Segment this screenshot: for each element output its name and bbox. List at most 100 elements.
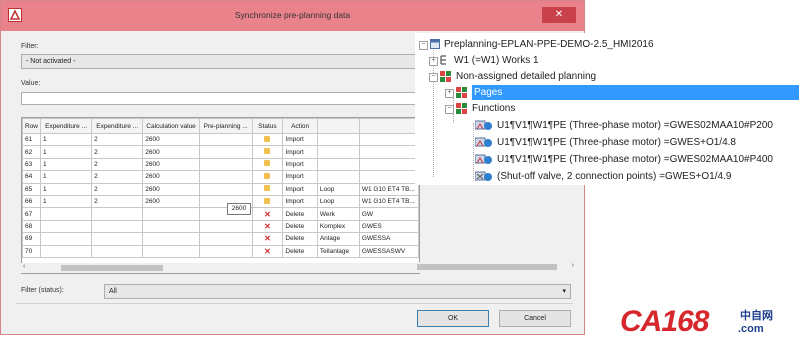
delete-icon: ✕ xyxy=(264,246,271,256)
cell-action: Delete xyxy=(282,219,318,234)
col-header[interactable]: Pre-planning ... xyxy=(198,118,253,134)
filter-select-value: - Not activated - xyxy=(26,58,76,65)
cell-calc: 2600 xyxy=(142,145,200,159)
collapse-icon[interactable]: − xyxy=(445,105,454,114)
cell-e1 xyxy=(40,232,93,246)
table-row[interactable]: 61 1 2 2600 Import xyxy=(22,132,419,147)
tree-node-functions[interactable]: − Functions xyxy=(445,101,515,116)
horizontal-scrollbar-right[interactable]: › xyxy=(417,262,577,272)
cell-e1 xyxy=(40,219,93,234)
table-row[interactable]: 65 1 2 2600 Import Loop W1 G10 ET4 TB... xyxy=(22,182,419,196)
status-cell xyxy=(251,182,284,196)
cell-c9 xyxy=(358,157,419,172)
cancel-button[interactable]: Cancel xyxy=(499,310,571,327)
tree-node-function-item[interactable]: (Shut-off valve, 2 connection points) =G… xyxy=(475,169,731,184)
cell-pre xyxy=(198,145,253,159)
ca168-logo: CA168 中自网 .com xyxy=(620,305,773,339)
tree-node-label: (Shut-off valve, 2 connection points) =G… xyxy=(497,171,732,182)
cell-calc xyxy=(142,219,200,234)
cell-action: Delete xyxy=(282,244,318,258)
scroll-thumb[interactable] xyxy=(61,265,163,271)
tree-node-label: Functions xyxy=(472,103,516,114)
table-row[interactable]: 68 ✕ Delete Komplex GWES xyxy=(22,219,419,234)
valve-icon xyxy=(475,171,492,181)
tree-node-pages[interactable]: + Pages xyxy=(445,85,799,100)
cell-e2 xyxy=(91,244,144,258)
table-row[interactable]: 62 1 2 2600 Import xyxy=(22,145,419,159)
table-row[interactable]: 70 ✕ Delete Teilanlage GWESSASWV xyxy=(22,244,419,258)
cell-calc xyxy=(142,232,200,246)
cell-pre xyxy=(198,244,253,258)
cell-c8: Teilanlage xyxy=(316,244,360,258)
cell-e2 xyxy=(91,232,144,246)
cell-row: 70 xyxy=(22,244,42,258)
close-button[interactable]: ✕ xyxy=(542,7,576,23)
scroll-left-icon[interactable]: ‹ xyxy=(23,263,25,270)
tree-node-function-item[interactable]: U1¶V1¶W1¶PE (Three-phase motor) =GWES02M… xyxy=(475,152,773,167)
status-cell: ✕ xyxy=(251,244,284,258)
col-header[interactable]: Action xyxy=(282,118,318,134)
cell-calc: 2600 xyxy=(142,182,200,196)
table-row[interactable]: 67 ✕ Delete Werk GW xyxy=(22,207,419,221)
status-cell xyxy=(251,132,284,147)
grid-body: 61 1 2 2600 Import 62 1 2 2600 Import 63 1 2 2600 Impo… xyxy=(22,132,419,258)
col-header[interactable] xyxy=(358,118,419,134)
tree-node-root[interactable]: − Preplanning-EPLAN-PPE-DEMO-2.5_HMI2016 xyxy=(419,37,654,52)
table-row[interactable]: 64 1 2 2600 Import xyxy=(22,170,419,184)
warning-icon xyxy=(264,160,271,167)
preplanning-tree: − Preplanning-EPLAN-PPE-DEMO-2.5_HMI2016… xyxy=(415,33,800,185)
cell-c9 xyxy=(358,145,419,159)
col-header[interactable]: Status xyxy=(251,118,284,134)
cell-calc xyxy=(142,244,200,258)
col-header[interactable]: Expenditure ... xyxy=(40,118,93,134)
scroll-thumb-right[interactable] xyxy=(417,264,557,270)
cell-e2: 2 xyxy=(91,145,144,159)
title-bar: Synchronize pre-planning data ✕ xyxy=(1,1,584,31)
col-header[interactable]: Row xyxy=(22,118,42,134)
table-row[interactable]: 66 1 2 2600 Import Loop W1 G10 ET4 TB... xyxy=(22,194,419,209)
collapse-icon[interactable]: − xyxy=(419,41,428,50)
cell-c8: Loop xyxy=(316,182,360,196)
functions-icon xyxy=(456,102,467,114)
cell-e1 xyxy=(40,207,93,221)
cell-calc: 2600 xyxy=(142,194,200,209)
motor-icon xyxy=(475,154,492,164)
ok-button[interactable]: OK xyxy=(417,310,489,327)
tree-line xyxy=(473,123,474,181)
cell-row: 64 xyxy=(22,170,42,184)
expand-icon[interactable]: + xyxy=(429,57,438,66)
cell-action: Import xyxy=(282,170,318,184)
col-header[interactable]: Calculation value xyxy=(142,118,200,134)
status-cell: ✕ xyxy=(251,219,284,234)
tree-node-label: W1 (=W1) Works 1 xyxy=(454,55,539,66)
filter-status-select[interactable]: All ▾ xyxy=(104,284,571,299)
cell-pre xyxy=(198,182,253,196)
warning-icon xyxy=(264,185,271,192)
logo-domain: .com xyxy=(738,323,764,335)
col-header[interactable]: Expenditure ... xyxy=(91,118,144,134)
cell-c8: Anlage xyxy=(316,232,360,246)
tree-node-label: U1¶V1¶W1¶PE (Three-phase motor) =GWES02M… xyxy=(497,120,773,131)
table-row[interactable]: 63 1 2 2600 Import xyxy=(22,157,419,172)
tree-node-function-item[interactable]: U1¶V1¶W1¶PE (Three-phase motor) =GWES02M… xyxy=(475,118,773,133)
tree-node-function-item[interactable]: U1¶V1¶W1¶PE (Three-phase motor) =GWES+O1… xyxy=(475,135,736,150)
cell-pre xyxy=(198,157,253,172)
cell-c8: Loop xyxy=(316,194,360,209)
tree-node-w1[interactable]: + W1 (=W1) Works 1 xyxy=(429,53,539,68)
logo-brand: CA168 xyxy=(620,305,709,338)
tree-node-label-selected: Pages xyxy=(472,85,799,100)
tree-node-non-assigned[interactable]: − Non-assigned detailed planning xyxy=(429,69,596,84)
horizontal-scrollbar[interactable]: ‹ xyxy=(21,263,420,273)
structure-icon xyxy=(440,55,446,65)
expand-icon[interactable]: + xyxy=(445,89,454,98)
col-header[interactable] xyxy=(316,118,360,134)
data-grid[interactable]: Row Expenditure ... Expenditure ... Calc… xyxy=(21,117,420,274)
collapse-icon[interactable]: − xyxy=(429,73,438,82)
cell-e2: 2 xyxy=(91,132,144,147)
table-row[interactable]: 69 ✕ Delete Anlage GWESSA xyxy=(22,232,419,246)
separator xyxy=(16,303,573,304)
delete-icon: ✕ xyxy=(264,234,271,244)
cell-calc xyxy=(142,207,200,221)
scroll-right-icon[interactable]: › xyxy=(572,262,574,269)
cell-c9: W1 G10 ET4 TB... xyxy=(358,182,419,196)
